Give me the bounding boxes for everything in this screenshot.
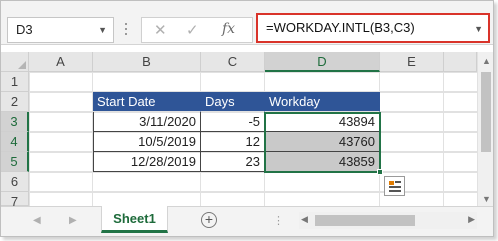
name-box-value: D3 xyxy=(16,22,33,37)
chevron-down-icon[interactable]: ▼ xyxy=(98,18,107,42)
table-cell[interactable]: 10/5/2019 xyxy=(93,132,201,152)
chevron-down-icon[interactable]: ▼ xyxy=(474,16,483,42)
table-cell[interactable]: -5 xyxy=(201,112,265,132)
prev-sheet-icon[interactable]: ◀ xyxy=(33,215,41,226)
table-cell[interactable]: 23 xyxy=(201,152,265,172)
table-cell[interactable]: 12 xyxy=(201,132,265,152)
scroll-thumb[interactable] xyxy=(481,72,491,152)
drag-handle-icon[interactable] xyxy=(124,23,128,37)
scroll-right-icon[interactable]: ▶ xyxy=(468,214,475,225)
fill-handle[interactable] xyxy=(377,169,383,175)
row-header-5[interactable]: 5 xyxy=(1,152,29,172)
check-icon[interactable]: ✓ xyxy=(186,21,199,39)
horizontal-scrollbar[interactable]: ◀ ▶ xyxy=(299,212,477,229)
table-cell-selected[interactable]: 43760 xyxy=(265,132,380,152)
select-all-corner[interactable] xyxy=(1,52,29,72)
table-header-workday[interactable]: Workday xyxy=(265,92,380,112)
next-sheet-icon[interactable]: ▶ xyxy=(69,215,77,226)
row-header-2[interactable]: 2 xyxy=(1,92,29,112)
table-header-days[interactable]: Days xyxy=(201,92,265,112)
table-header-start-date[interactable]: Start Date xyxy=(93,92,201,112)
vertical-scrollbar[interactable]: ▲ ▼ xyxy=(477,52,493,206)
row-header-7[interactable]: 7 xyxy=(1,192,29,209)
scroll-down-icon[interactable]: ▼ xyxy=(482,194,491,204)
column-header-blank xyxy=(444,52,477,72)
formula-tools: ✕ ✓ fx xyxy=(141,17,253,43)
column-header-c[interactable]: C xyxy=(201,52,265,72)
gridlines-vertical xyxy=(443,72,444,206)
function-icon[interactable]: fx xyxy=(222,21,235,37)
table-cell-selected[interactable]: 43859 xyxy=(265,152,380,172)
formula-text: =WORKDAY.INTL(B3,C3) xyxy=(266,20,415,35)
quick-analysis-icon[interactable] xyxy=(384,176,405,196)
column-header-d[interactable]: D xyxy=(265,52,380,72)
plus-circle-icon[interactable]: + xyxy=(201,212,217,228)
row-header-3[interactable]: 3 xyxy=(1,112,29,132)
scroll-left-icon[interactable]: ◀ xyxy=(301,214,308,225)
row-header-4[interactable]: 4 xyxy=(1,132,29,152)
row-header-1[interactable]: 1 xyxy=(1,72,29,92)
name-box[interactable]: D3 ▼ xyxy=(7,17,114,43)
cancel-icon[interactable]: ✕ xyxy=(154,21,167,39)
scroll-up-icon[interactable]: ▲ xyxy=(482,56,491,66)
more-icon[interactable]: ⋮ xyxy=(273,214,284,227)
column-header-b[interactable]: B xyxy=(93,52,201,72)
gridlines-horizontal xyxy=(29,191,477,192)
sheet-tab-sheet1[interactable]: Sheet1 xyxy=(101,206,168,233)
column-header-a[interactable]: A xyxy=(29,52,93,72)
excel-window: D3 ▼ ✕ ✓ fx =WORKDAY.INTL(B3,C3) ▼ A B C… xyxy=(0,0,494,237)
table-cell[interactable]: 12/28/2019 xyxy=(93,152,201,172)
formula-bar: D3 ▼ ✕ ✓ fx =WORKDAY.INTL(B3,C3) ▼ xyxy=(1,1,493,45)
scroll-thumb[interactable] xyxy=(315,215,415,226)
formula-input[interactable]: =WORKDAY.INTL(B3,C3) ▼ xyxy=(256,13,490,43)
row-header-6[interactable]: 6 xyxy=(1,172,29,192)
table-cell-active[interactable]: 43894 xyxy=(265,112,380,132)
sheet-tab-bar: ◀ ▶ Sheet1 + ⋮ ◀ ▶ xyxy=(1,206,493,236)
table-cell[interactable]: 3/11/2020 xyxy=(93,112,201,132)
column-header-e[interactable]: E xyxy=(380,52,444,72)
